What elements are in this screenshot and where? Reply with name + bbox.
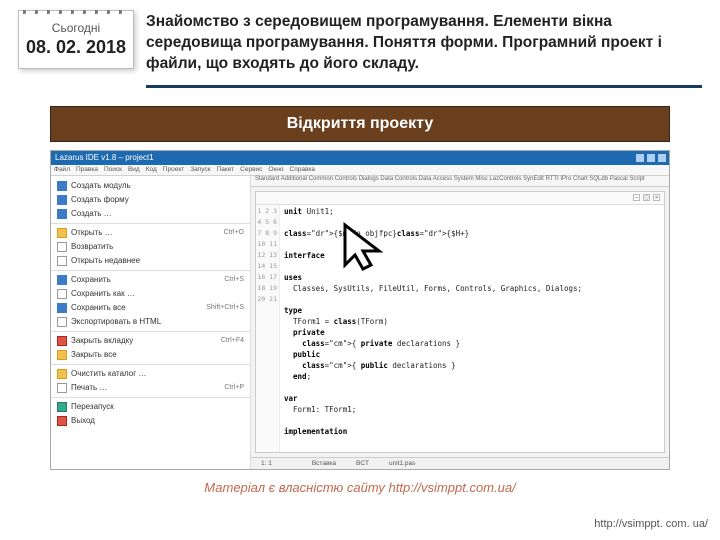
menu-item-label: Возвратить <box>71 242 113 251</box>
menu-item[interactable]: Открыть … Ctrl+O <box>51 226 250 240</box>
menu-item-icon <box>57 181 67 191</box>
menu-item-label: Создать форму <box>71 195 129 204</box>
minimize-icon[interactable]: – <box>633 194 640 201</box>
ide-title: Lazarus IDE v1.8 – project1 <box>55 151 154 165</box>
menu-item-label: Открыть недавнее <box>71 256 140 265</box>
menu-item-icon <box>57 317 67 327</box>
line-number-gutter: 1 2 3 4 5 6 7 8 9 10 11 12 13 14 15 16 1… <box>256 192 280 452</box>
menu-item[interactable]: Печать … Ctrl+P <box>51 381 250 395</box>
menubar-item[interactable]: Окно <box>268 166 283 173</box>
menubar-item[interactable]: Файл <box>54 166 70 173</box>
menu-item-icon <box>57 289 67 299</box>
menubar-item[interactable]: Проект <box>163 166 184 173</box>
menu-item-shortcut: Shift+Ctrl+S <box>206 304 244 311</box>
menu-item-shortcut: Ctrl+O <box>224 229 244 236</box>
close-icon[interactable] <box>658 154 666 162</box>
minimize-icon[interactable] <box>636 154 644 162</box>
menu-item-label: Закрыть все <box>71 350 117 359</box>
ide-menubar[interactable]: Файл Правка Поиск Вид Код Проект Запуск Пакет Се… <box>51 165 669 176</box>
menu-item[interactable]: Экспортировать в HTML <box>51 315 250 329</box>
src-window-controls: – ▢ × <box>633 194 660 201</box>
menu-item[interactable]: Закрыть все <box>51 348 250 362</box>
menu-item[interactable]: Возвратить <box>51 240 250 254</box>
menu-item-icon <box>57 275 67 285</box>
menubar-item[interactable]: Справка <box>290 166 316 173</box>
menu-item-icon <box>57 228 67 238</box>
menu-item[interactable]: Выход <box>51 414 250 428</box>
menu-item-icon <box>57 195 67 205</box>
menu-item[interactable]: Закрыть вкладку Ctrl+F4 <box>51 334 250 348</box>
section-banner: Відкриття проекту <box>50 106 670 142</box>
menu-item-label: Создать модуль <box>71 181 131 190</box>
menu-item[interactable]: Создать модуль <box>51 179 250 193</box>
menu-item[interactable]: Сохранить Ctrl+S <box>51 273 250 287</box>
statusbar-cell: 1: 1 <box>261 460 272 467</box>
menu-item-label: Создать … <box>71 209 112 218</box>
menu-item-icon <box>57 256 67 266</box>
maximize-icon[interactable] <box>647 154 655 162</box>
menu-item-label: Выход <box>71 416 95 425</box>
statusbar-cell: BCT <box>356 460 369 467</box>
menu-item[interactable]: Создать форму <box>51 193 250 207</box>
statusbar-cell: Вставка <box>312 460 336 467</box>
menu-item[interactable]: Перезапуск <box>51 400 250 414</box>
ide-file-menu[interactable]: Создать модуль Создать форму Создать … Откр… <box>51 176 251 469</box>
menu-item-label: Сохранить все <box>71 303 126 312</box>
menu-item-icon <box>57 350 67 360</box>
footer-credit: Матеріал є власністю сайту http://vsimpp… <box>0 480 720 495</box>
component-tabstrip[interactable]: Standard Additional Common Controls Dial… <box>251 176 669 187</box>
menu-item-shortcut: Ctrl+S <box>224 276 244 283</box>
menu-item-label: Открыть … <box>71 228 113 237</box>
menu-item-icon <box>57 416 67 426</box>
menubar-item[interactable]: Пакет <box>217 166 235 173</box>
menu-item-icon <box>57 303 67 313</box>
maximize-icon[interactable]: ▢ <box>643 194 650 201</box>
menu-item-icon <box>57 383 67 393</box>
menubar-item[interactable]: Сервис <box>240 166 262 173</box>
menu-item-label: Перезапуск <box>71 402 114 411</box>
menu-item[interactable]: Сохранить все Shift+Ctrl+S <box>51 301 250 315</box>
menubar-item[interactable]: Вид <box>128 166 140 173</box>
menu-item-shortcut: Ctrl+F4 <box>221 337 244 344</box>
menu-item[interactable]: Очистить каталог … <box>51 367 250 381</box>
date-card: Сьогодні 08. 02. 2018 <box>18 10 134 69</box>
page-title: Знайомство з середовищем програмування. … <box>146 10 702 88</box>
source-editor[interactable]: – ▢ × 1 2 3 4 5 6 7 8 9 10 11 12 13 14 1… <box>255 191 665 453</box>
menubar-item[interactable]: Правка <box>76 166 98 173</box>
menu-item-label: Печать … <box>71 383 107 392</box>
statusbar-cell: unit1.pas <box>389 460 415 467</box>
menu-item-icon <box>57 369 67 379</box>
menu-item-icon <box>57 242 67 252</box>
close-icon[interactable]: × <box>653 194 660 201</box>
menu-item-icon <box>57 209 67 219</box>
menu-item-label: Закрыть вкладку <box>71 336 133 345</box>
menu-item-icon <box>57 336 67 346</box>
ide-statusbar: 1: 1 Вставка BCT unit1.pas <box>251 457 669 469</box>
footer-url: http://vsimppt. com. ua/ <box>594 518 708 530</box>
menu-item[interactable]: Создать … <box>51 207 250 221</box>
menu-item-label: Сохранить как … <box>71 289 135 298</box>
menu-item-icon <box>57 402 67 412</box>
menu-item-label: Экспортировать в HTML <box>71 317 161 326</box>
menu-item[interactable]: Сохранить как … <box>51 287 250 301</box>
ide-titlebar: Lazarus IDE v1.8 – project1 <box>51 151 669 165</box>
menubar-item[interactable]: Код <box>146 166 157 173</box>
menu-item-label: Очистить каталог … <box>71 369 146 378</box>
menu-item-label: Сохранить <box>71 275 111 284</box>
ide-screenshot: Lazarus IDE v1.8 – project1 Файл Правка По… <box>50 150 670 470</box>
menu-item[interactable]: Открыть недавнее <box>51 254 250 268</box>
date-today: Сьогодні <box>21 21 131 35</box>
menubar-item[interactable]: Поиск <box>104 166 122 173</box>
cursor-icon <box>341 221 389 275</box>
date-value: 08. 02. 2018 <box>21 37 131 58</box>
menu-item-shortcut: Ctrl+P <box>224 384 244 391</box>
menubar-item[interactable]: Запуск <box>190 166 210 173</box>
code-area[interactable]: unit Unit1; class="dr">{$mode objfpc}cla… <box>280 192 586 452</box>
window-buttons <box>636 151 669 165</box>
